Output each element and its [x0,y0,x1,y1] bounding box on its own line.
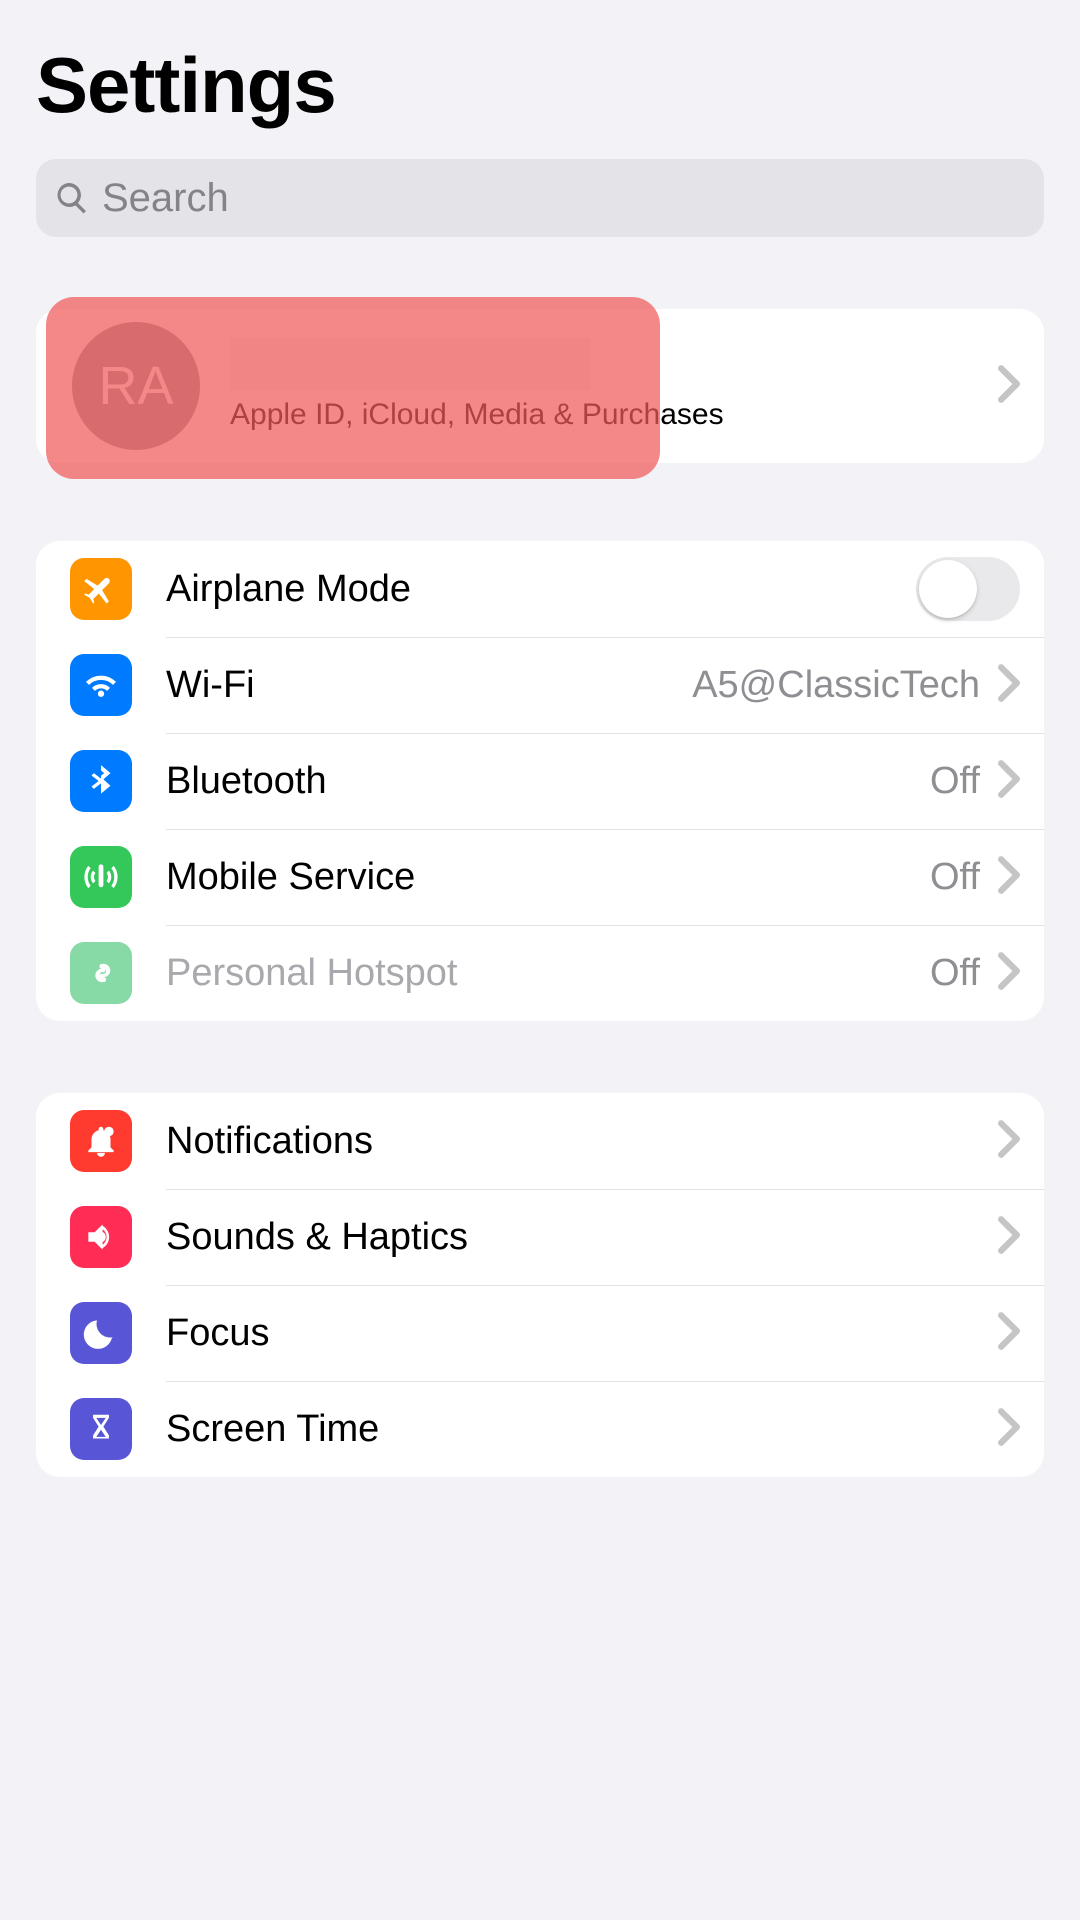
chevron-right-icon [998,1408,1020,1451]
airplane-label: Airplane Mode [166,568,916,611]
chevron-right-icon [998,1120,1020,1163]
row-wifi[interactable]: Wi-Fi A5@ClassicTech [36,637,1044,733]
mobile-value: Off [930,856,980,899]
row-mobile-service[interactable]: Mobile Service Off [36,829,1044,925]
hotspot-value: Off [930,952,980,995]
chevron-right-icon [998,856,1020,899]
profile-name-redacted [230,338,590,390]
airplane-icon [70,558,132,620]
bluetooth-label: Bluetooth [166,760,930,803]
chevron-right-icon [998,760,1020,803]
chevron-right-icon [998,365,1020,408]
avatar: RA [72,322,200,450]
mobile-label: Mobile Service [166,856,930,899]
profile-subtitle: Apple ID, iCloud, Media & Purchases [230,396,998,434]
hotspot-label: Personal Hotspot [166,952,930,995]
row-screen-time[interactable]: Screen Time [36,1381,1044,1477]
hotspot-icon [70,942,132,1004]
page-title: Settings [36,40,1044,131]
search-icon [54,180,90,216]
row-bluetooth[interactable]: Bluetooth Off [36,733,1044,829]
bluetooth-value: Off [930,760,980,803]
wifi-value: A5@ClassicTech [692,664,980,707]
row-focus[interactable]: Focus [36,1285,1044,1381]
wifi-label: Wi-Fi [166,664,692,707]
sounds-label: Sounds & Haptics [166,1216,998,1259]
toggle-knob [919,560,977,618]
row-notifications[interactable]: Notifications [36,1093,1044,1189]
cellular-icon [70,846,132,908]
wifi-icon [70,654,132,716]
screentime-label: Screen Time [166,1408,998,1451]
moon-icon [70,1302,132,1364]
chevron-right-icon [998,952,1020,995]
row-sounds-haptics[interactable]: Sounds & Haptics [36,1189,1044,1285]
hourglass-icon [70,1398,132,1460]
chevron-right-icon [998,1312,1020,1355]
search-placeholder: Search [102,176,229,221]
bell-icon [70,1110,132,1172]
chevron-right-icon [998,664,1020,707]
chevron-right-icon [998,1216,1020,1259]
search-input[interactable]: Search [36,159,1044,237]
airplane-toggle[interactable] [916,557,1020,621]
apple-id-row[interactable]: RA Apple ID, iCloud, Media & Purchases [36,309,1044,463]
bluetooth-icon [70,750,132,812]
speaker-icon [70,1206,132,1268]
row-personal-hotspot[interactable]: Personal Hotspot Off [36,925,1044,1021]
notifications-label: Notifications [166,1120,998,1163]
focus-label: Focus [166,1312,998,1355]
row-airplane-mode[interactable]: Airplane Mode [36,541,1044,637]
